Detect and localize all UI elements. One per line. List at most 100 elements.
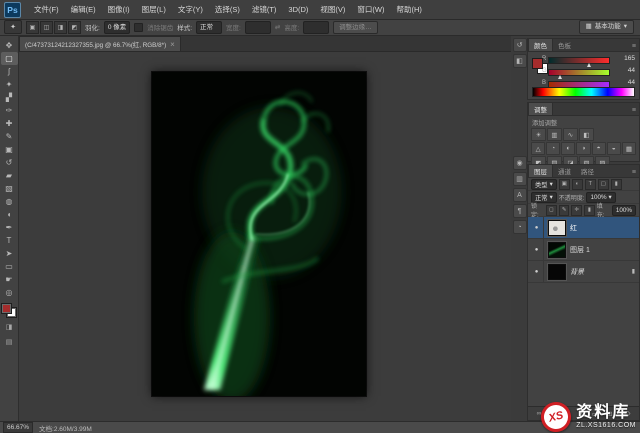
add-selection-icon[interactable]: ◫ [40, 21, 53, 34]
red-slider[interactable] [548, 57, 610, 64]
tab-paths[interactable]: 路径 [576, 165, 599, 177]
photo-canvas[interactable] [152, 72, 366, 396]
tab-color[interactable]: 颜色 [528, 38, 553, 51]
path-selection-tool[interactable]: ➤ [1, 247, 18, 260]
layer-thumbnail[interactable] [548, 242, 566, 258]
width-input[interactable] [245, 21, 271, 34]
layer-name[interactable]: 图层 1 [570, 245, 639, 255]
eyedropper-tool[interactable]: ✑ [1, 104, 18, 117]
lasso-tool[interactable]: ʃ [1, 65, 18, 78]
green-value[interactable]: 44 [615, 67, 635, 74]
visibility-eye-icon[interactable]: ● [530, 261, 544, 282]
adj-curves-icon[interactable]: ∿ [563, 128, 578, 141]
tab-adjustments[interactable]: 调整 [528, 102, 553, 115]
adj-color-lookup-icon[interactable]: ▦ [622, 142, 636, 155]
gradient-tool[interactable]: ▧ [1, 182, 18, 195]
lock-transparency-icon[interactable]: ◻ [546, 205, 557, 216]
swap-dimensions-icon[interactable]: ⇄ [275, 23, 280, 31]
tab-channels[interactable]: 通道 [553, 165, 576, 177]
eraser-tool[interactable]: ▰ [1, 169, 18, 182]
clone-source-panel-icon[interactable]: ◔ [513, 220, 527, 234]
brush-tool[interactable]: ✎ [1, 130, 18, 143]
quick-mask-button[interactable]: ◨ [1, 320, 18, 333]
document-size-info[interactable]: 文档:2.60M/3.99M [39, 423, 92, 433]
adj-vibrance-icon[interactable]: △ [531, 142, 545, 155]
height-input[interactable] [303, 21, 329, 34]
fill-input[interactable]: 100% [612, 205, 636, 216]
adj-exposure-icon[interactable]: ◧ [579, 128, 594, 141]
menu-3d[interactable]: 3D(D) [282, 0, 314, 19]
filter-pixel-layers-icon[interactable]: ▣ [559, 179, 570, 190]
menu-filter[interactable]: 滤镜(T) [246, 0, 283, 19]
properties-panel-icon[interactable]: ◧ [513, 54, 527, 68]
visibility-eye-icon[interactable]: ● [530, 217, 544, 238]
histogram-panel-icon[interactable]: ▥ [513, 172, 527, 186]
filter-smart-objects-icon[interactable]: ▮ [611, 179, 622, 190]
adj-levels-icon[interactable]: ▥ [547, 128, 562, 141]
type-tool[interactable]: T [1, 234, 18, 247]
adj-brightness-contrast-icon[interactable]: ☀ [531, 128, 546, 141]
green-slider[interactable] [548, 69, 610, 76]
pen-tool[interactable]: ✒ [1, 221, 18, 234]
red-value[interactable]: 165 [615, 55, 635, 62]
menu-select[interactable]: 选择(S) [209, 0, 246, 19]
blue-value[interactable]: 44 [615, 79, 635, 86]
panel-menu-icon[interactable]: ≡ [629, 107, 639, 114]
refine-edge-button[interactable]: 调整边缘… [333, 21, 378, 34]
workspace-switcher[interactable]: ▦ 基本功能 ▾ [579, 20, 634, 34]
history-brush-tool[interactable]: ↺ [1, 156, 18, 169]
layer-row-background[interactable]: ● 背景 ▮ [528, 261, 639, 283]
tool-preset-icon[interactable]: ✦ [4, 20, 22, 34]
layer-name[interactable]: 背景 [570, 267, 632, 277]
menu-type[interactable]: 文字(Y) [172, 0, 209, 19]
move-tool[interactable]: ✥ [1, 39, 18, 52]
blur-tool[interactable]: ◍ [1, 195, 18, 208]
crop-tool[interactable]: ▞ [1, 91, 18, 104]
layer-thumbnail[interactable] [548, 220, 566, 236]
shape-tool[interactable]: ▭ [1, 260, 18, 273]
adj-hue-saturation-icon[interactable]: ◔ [546, 142, 560, 155]
filter-shape-layers-icon[interactable]: ▢ [598, 179, 609, 190]
screen-mode-button[interactable]: ▤ [1, 335, 18, 348]
paragraph-panel-icon[interactable]: ¶ [513, 204, 527, 218]
feather-input[interactable]: 0 像素 [104, 21, 130, 34]
zoom-tool[interactable]: ◎ [1, 286, 18, 299]
lock-all-icon[interactable]: ▮ [584, 205, 595, 216]
canvas-area[interactable] [19, 51, 511, 421]
adj-channel-mixer-icon[interactable]: ◒ [607, 142, 621, 155]
layer-filter-select[interactable]: 类型 ▾ [531, 179, 557, 190]
layer-row-red[interactable]: ● 红 [528, 217, 639, 239]
tab-swatches[interactable]: 色板 [553, 39, 576, 51]
menu-layer[interactable]: 图层(L) [136, 0, 172, 19]
panel-menu-icon[interactable]: ≡ [629, 169, 639, 176]
lock-pixels-icon[interactable]: ✎ [559, 205, 570, 216]
adj-black-white-icon[interactable]: ◑ [576, 142, 590, 155]
tab-layers[interactable]: 图层 [528, 164, 553, 177]
adj-photo-filter-icon[interactable]: ◓ [592, 142, 606, 155]
close-icon[interactable]: × [170, 40, 175, 49]
document-tab[interactable]: (C/47373124212327355.jpg @ 66.7%(红, RGB/… [19, 36, 181, 51]
subtract-selection-icon[interactable]: ◨ [54, 21, 67, 34]
adj-color-balance-icon[interactable]: ◐ [561, 142, 575, 155]
history-panel-icon[interactable]: ↺ [513, 38, 527, 52]
menu-image[interactable]: 图像(I) [102, 0, 136, 19]
style-select[interactable]: 正常 [196, 21, 222, 34]
menu-help[interactable]: 帮助(H) [391, 0, 428, 19]
color-spectrum-ramp[interactable] [532, 87, 635, 97]
menu-window[interactable]: 窗口(W) [351, 0, 390, 19]
info-panel-icon[interactable]: ◉ [513, 156, 527, 170]
new-selection-icon[interactable]: ▣ [26, 21, 39, 34]
layer-name[interactable]: 红 [570, 223, 639, 233]
dodge-tool[interactable]: ◖ [1, 208, 18, 221]
menu-view[interactable]: 视图(V) [314, 0, 351, 19]
rectangular-marquee-tool[interactable]: ▢ [1, 52, 18, 65]
menu-edit[interactable]: 编辑(E) [65, 0, 102, 19]
visibility-eye-icon[interactable]: ● [530, 239, 544, 260]
hand-tool[interactable]: ☛ [1, 273, 18, 286]
character-panel-icon[interactable]: A [513, 188, 527, 202]
healing-brush-tool[interactable]: ✚ [1, 117, 18, 130]
zoom-level-field[interactable]: 66.67% [3, 422, 33, 433]
clone-stamp-tool[interactable]: ▣ [1, 143, 18, 156]
layer-row-layer1[interactable]: ● 图层 1 [528, 239, 639, 261]
quick-selection-tool[interactable]: ✦ [1, 78, 18, 91]
